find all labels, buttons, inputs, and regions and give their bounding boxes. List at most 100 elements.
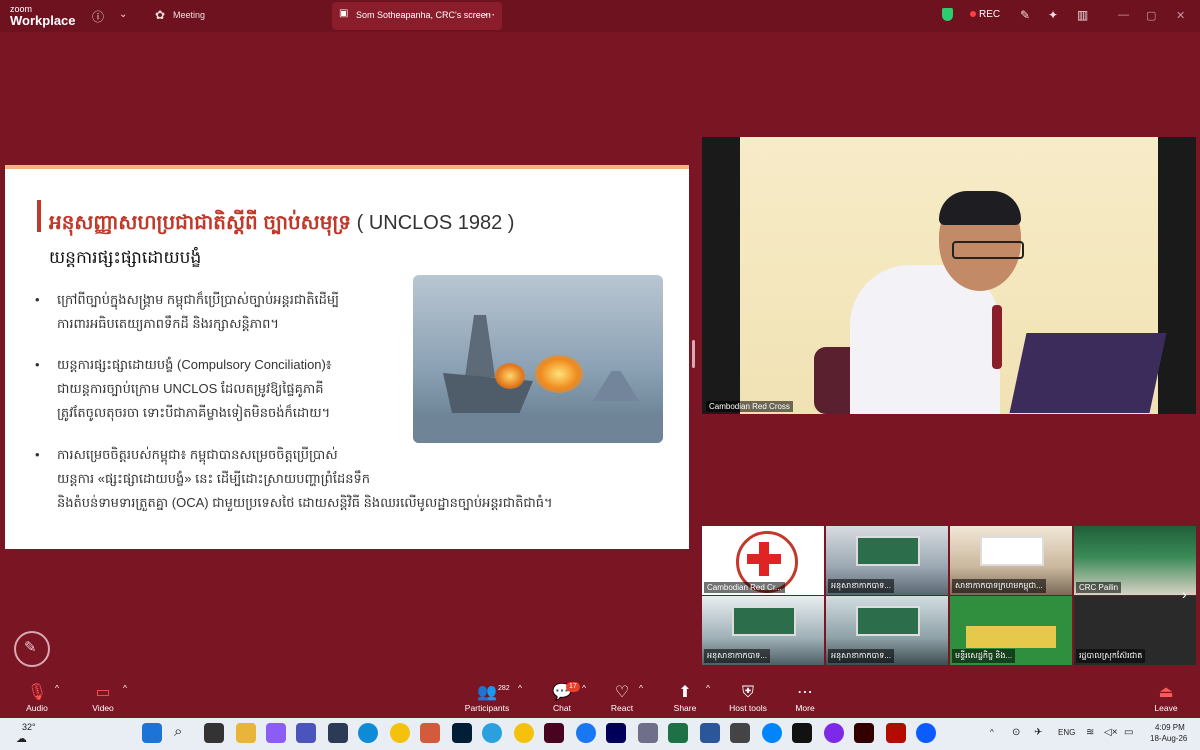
excel-icon[interactable] — [668, 723, 688, 743]
start-windows-icon[interactable] — [142, 723, 162, 743]
tray-app-icon[interactable]: ⊙ — [1012, 727, 1020, 738]
teams-icon[interactable] — [296, 723, 316, 743]
share-button[interactable]: ⬆ Share — [670, 683, 700, 713]
slide-subtitle: យន្តការផ្សះផ្សាដោយបង្ខំ — [49, 248, 202, 267]
copilot-icon[interactable] — [266, 723, 286, 743]
premiere-icon[interactable] — [606, 723, 626, 743]
screen-icon: ▣ — [339, 8, 349, 19]
react-button[interactable]: ♡ React — [606, 683, 638, 713]
chat-caret-icon[interactable]: ^ — [582, 683, 586, 693]
file-explorer-icon[interactable] — [236, 723, 256, 743]
ship-tower — [465, 315, 495, 377]
participant-name: សាខាកាកបាទក្រហមកម្ពុជា... — [952, 579, 1046, 593]
react-caret-icon[interactable]: ^ — [639, 683, 643, 693]
meeting-label[interactable]: Meeting — [173, 10, 205, 20]
weather-temp[interactable]: 32° — [22, 722, 36, 732]
react-label: React — [610, 703, 634, 713]
volume-icon[interactable]: ◁× — [1104, 727, 1118, 738]
annotation-pen-button[interactable]: ✎ — [14, 631, 50, 667]
participant-name: អនុសាខាកាកបាទ... — [828, 579, 894, 593]
participant-tile[interactable]: Cambodian Red Cr... — [702, 526, 824, 595]
edge-icon[interactable] — [358, 723, 378, 743]
leave-icon: ⏏ — [1158, 684, 1174, 701]
pencil-icon: ✎ — [24, 639, 37, 656]
windows-taskbar: 32° ☁ ⌕ ^ ⊙ ✈ ENG ≋ ◁× ▭ 4:09 PM 18-Aug-… — [0, 718, 1200, 750]
participant-name: អនុសាខាកាកបាទ... — [704, 649, 770, 663]
slide-accent-bar — [5, 165, 689, 169]
indesign-icon[interactable] — [544, 723, 564, 743]
game-icon[interactable] — [638, 723, 658, 743]
chrome-profile-icon[interactable] — [514, 723, 534, 743]
gallery-next-icon[interactable]: › — [1182, 586, 1187, 602]
share-caret-icon[interactable]: ^ — [706, 683, 710, 693]
participant-tile[interactable]: សាខាកាកបាទក្រហមកម្ពុជា... — [950, 526, 1072, 595]
split-resize-handle[interactable] — [692, 340, 695, 368]
host-tools-button[interactable]: ⛨ Host tools — [724, 683, 772, 713]
leave-label: Leave — [1154, 703, 1178, 713]
tray-app-icon[interactable]: ✈ — [1034, 727, 1042, 738]
bullet-item: • ការសម្រេចចិត្តរបស់កម្ពុជា៖ កម្ពុជាបានស… — [35, 443, 635, 517]
red-cross-icon — [759, 542, 769, 576]
audio-button[interactable]: 🎙 Audio — [20, 683, 54, 713]
more-options-icon[interactable]: ⋯ — [484, 8, 495, 21]
screen-share-tab[interactable]: ▣ Som Sotheapanha, CRC's screen ⋯ — [332, 2, 502, 30]
app-icon[interactable] — [420, 723, 440, 743]
canva-icon[interactable] — [824, 723, 844, 743]
chrome-icon[interactable] — [390, 723, 410, 743]
calculator-icon[interactable] — [730, 723, 750, 743]
recording-indicator[interactable]: REC — [970, 9, 1000, 20]
language-indicator[interactable]: ENG — [1058, 728, 1075, 737]
minimize-icon[interactable]: — — [1118, 9, 1129, 21]
illustrator-icon[interactable] — [854, 723, 874, 743]
more-button[interactable]: ⋯ More — [790, 683, 820, 713]
facebook-icon[interactable] — [576, 723, 596, 743]
host-tools-label: Host tools — [729, 703, 767, 713]
clock-date[interactable]: 18-Aug-26 — [1150, 734, 1187, 743]
participant-tile[interactable]: CRC Pailin — [1074, 526, 1196, 595]
participant-tile[interactable]: អនុសាខាកាកបាទ... — [826, 596, 948, 665]
participants-caret-icon[interactable]: ^ — [518, 683, 522, 693]
speaker-hair — [939, 191, 1021, 225]
telegram-icon[interactable] — [482, 723, 502, 743]
audio-options-caret-icon[interactable]: ^ — [55, 683, 59, 693]
sparkle-icon[interactable]: ✦ — [1048, 8, 1058, 22]
store-icon[interactable] — [328, 723, 348, 743]
layout-icon[interactable]: ▥ — [1077, 8, 1088, 22]
wifi-icon[interactable]: ≋ — [1086, 727, 1094, 738]
photoshop-icon[interactable] — [452, 723, 472, 743]
task-view-icon[interactable] — [204, 723, 224, 743]
search-icon[interactable]: ⌕ — [174, 723, 182, 740]
encryption-shield-icon[interactable] — [942, 8, 953, 21]
info-icon[interactable]: ⓘ — [92, 8, 104, 25]
speaker-glasses — [952, 241, 1024, 259]
clock-time[interactable]: 4:09 PM — [1155, 723, 1185, 732]
word-icon[interactable] — [700, 723, 720, 743]
acrobat-icon[interactable] — [886, 723, 906, 743]
video-options-caret-icon[interactable]: ^ — [123, 683, 127, 693]
participant-tile[interactable]: អនុសាខាកាកបាទ... — [702, 596, 824, 665]
participant-tile[interactable]: អនុសាខាកាកបាទ... — [826, 526, 948, 595]
capcut-icon[interactable] — [792, 723, 812, 743]
annotate-icon[interactable]: ✎ — [1020, 8, 1030, 22]
battery-icon[interactable]: ▭ — [1124, 727, 1133, 738]
video-button[interactable]: ▭ Video — [86, 683, 120, 713]
tray-chevron-icon[interactable]: ^ — [990, 728, 994, 737]
zoom-taskbar-icon[interactable] — [916, 723, 936, 743]
restore-icon[interactable]: ▢ — [1146, 9, 1156, 22]
bullet-line: យន្តការ «ផ្សះផ្សាដោយបង្ខំ» នេះ ដើម្បីដោះ… — [57, 471, 371, 486]
messenger-icon[interactable] — [762, 723, 782, 743]
warship-image — [413, 275, 663, 443]
participant-name: អនុសាខាកាកបាទ... — [828, 649, 894, 663]
chat-label: Chat — [553, 703, 571, 713]
room-screen — [980, 536, 1044, 566]
active-speaker-video[interactable]: Cambodian Red Cross — [702, 137, 1196, 414]
video-label: Video — [92, 703, 114, 713]
participant-tile[interactable]: រដ្ឋបាលស្រុកស៊ែរជាត — [1074, 596, 1196, 665]
shared-slide: អនុសញ្ញាសហប្រជាជាតិស្តីពី ច្បាប់សមុទ្រ (… — [5, 165, 689, 549]
close-icon[interactable]: ✕ — [1176, 9, 1185, 22]
participant-tile[interactable]: មន្ទីរសេដ្ឋកិច្ច និង... — [950, 596, 1072, 665]
slide-title-tag: ( UNCLOS 1982 ) — [356, 212, 515, 234]
leave-button[interactable]: ⏏ Leave — [1150, 683, 1182, 713]
chevron-down-icon[interactable]: ⌄ — [119, 9, 127, 20]
rec-label: REC — [979, 9, 1001, 20]
